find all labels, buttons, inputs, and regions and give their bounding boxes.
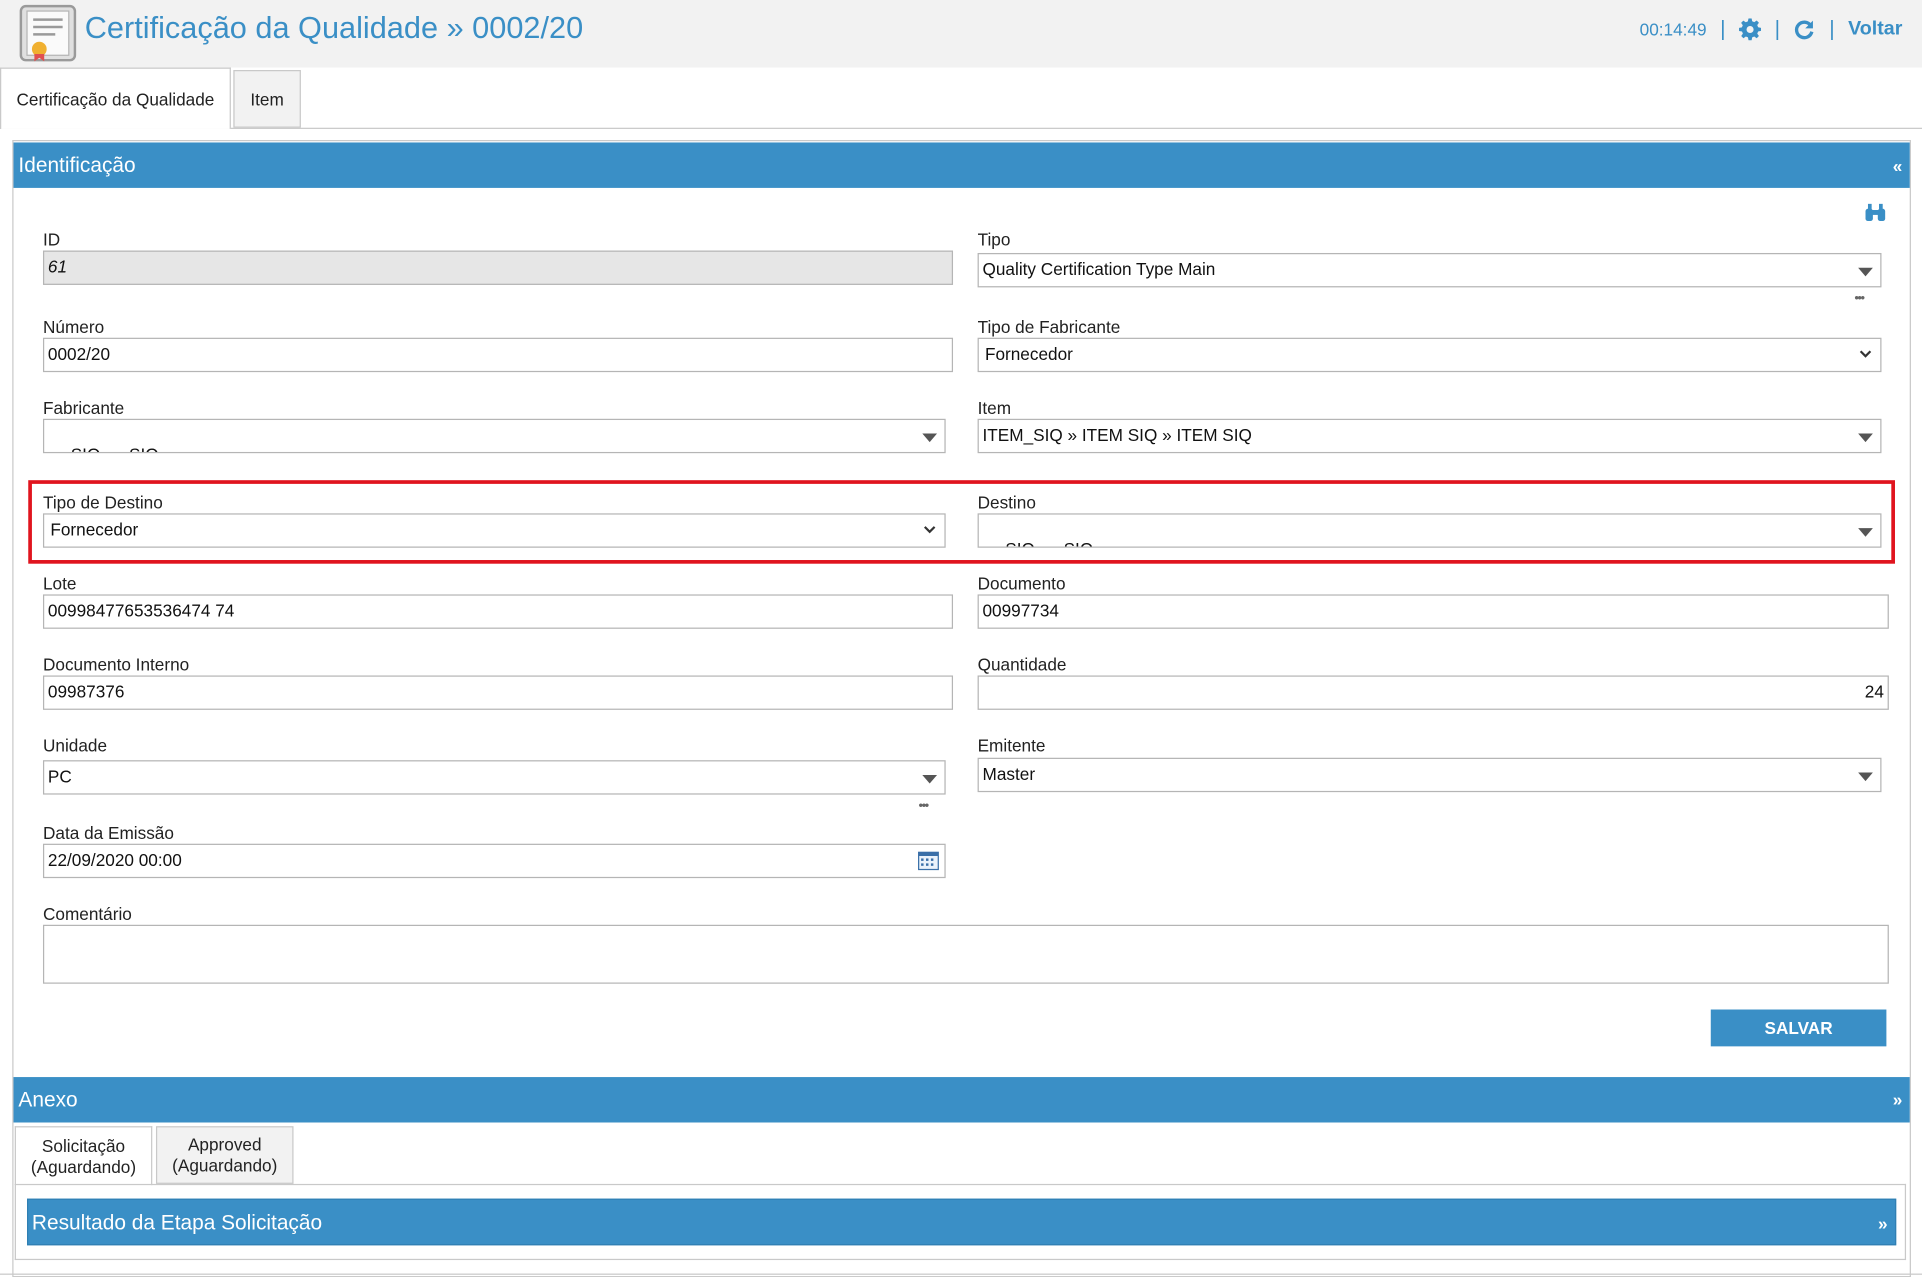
save-button[interactable]: SALVAR — [1710, 1009, 1887, 1047]
refresh-icon[interactable] — [1794, 18, 1816, 40]
section-title: Resultado da Etapa Solicitação — [31, 1210, 323, 1235]
destino-value: SIQ » SIQ — [1005, 539, 1093, 546]
numero-label: Número — [42, 316, 105, 337]
dropdown-arrow-icon — [1858, 772, 1873, 782]
anexo-section-header[interactable]: Anexo » — [13, 1077, 1910, 1123]
tipo-destino-select[interactable]: Fornecedor — [42, 513, 946, 548]
tipo-select[interactable]: Quality Certification Type Main — [977, 252, 1882, 288]
certificate-document-icon — [19, 4, 77, 62]
emitente-value: Master — [982, 763, 1036, 784]
fabricante-select[interactable]: SIQ » SIQ — [42, 418, 946, 454]
collapse-toggle[interactable]: « — [1893, 156, 1903, 176]
subtab-line2: (Aguardando) — [30, 1156, 137, 1176]
section-title: Anexo — [18, 1088, 78, 1112]
tipo-value: Quality Certification Type Main — [982, 259, 1216, 279]
unidade-label: Unidade — [42, 735, 108, 756]
back-link[interactable]: Voltar — [1848, 18, 1902, 40]
tab-certificacao-qualidade[interactable]: Certificação da Qualidade — [0, 67, 231, 129]
tipo-destino-value: Fornecedor — [50, 519, 139, 540]
identificacao-section-header[interactable]: Identificação « — [13, 142, 1910, 188]
separator: | — [1720, 17, 1726, 41]
item-select[interactable]: ITEM_SIQ » ITEM SIQ » ITEM SIQ — [977, 418, 1882, 454]
destino-label: Destino — [977, 492, 1036, 513]
id-field: 61 — [42, 250, 954, 285]
page-header: Certificação da Qualidade » 0002/20 00:1… — [0, 0, 1922, 68]
more-options-icon[interactable]: ••• — [1854, 292, 1864, 306]
lote-label: Lote — [42, 573, 77, 594]
emitente-select[interactable]: Master — [977, 757, 1882, 793]
dropdown-arrow-icon — [1858, 267, 1873, 277]
numero-input[interactable]: 0002/20 — [42, 337, 954, 373]
subtab-line2: (Aguardando) — [172, 1155, 278, 1175]
documento-interno-input[interactable]: 09987376 — [42, 675, 954, 710]
comentario-label: Comentário — [42, 903, 132, 924]
dropdown-arrow-icon — [1858, 528, 1873, 537]
emitente-label: Emitente — [977, 735, 1046, 756]
data-emissao-input[interactable]: 22/09/2020 00:00 — [42, 843, 946, 879]
app-root: Certificação da Qualidade » 0002/20 00:1… — [0, 0, 1922, 1277]
documento-input[interactable]: 00997734 — [977, 594, 1889, 629]
fabricante-label: Fabricante — [42, 397, 125, 418]
destino-select[interactable]: SIQ » SIQ — [977, 513, 1882, 548]
tab-item[interactable]: Item — [233, 70, 301, 128]
tipo-fabricante-value: Fornecedor — [984, 343, 1073, 364]
subtab-line1: Solicitação — [41, 1135, 126, 1156]
resultado-etapa-header[interactable]: Resultado da Etapa Solicitação » — [27, 1198, 1897, 1246]
quantidade-input[interactable]: 24 — [977, 675, 1889, 710]
expand-toggle[interactable]: » — [1893, 1089, 1903, 1109]
chevron-down-icon — [1859, 350, 1872, 358]
section-title: Identificação — [18, 153, 136, 177]
documento-interno-label: Documento Interno — [42, 654, 190, 675]
gear-icon[interactable] — [1739, 18, 1762, 41]
data-emissao-label: Data da Emissão — [42, 822, 174, 843]
dropdown-arrow-icon — [922, 433, 938, 443]
tab-divider — [0, 127, 1922, 129]
page-title: Certificação da Qualidade » 0002/20 — [84, 11, 584, 46]
binoculars-icon[interactable] — [1864, 203, 1886, 223]
calendar-icon[interactable] — [917, 850, 939, 871]
separator: | — [1774, 17, 1781, 41]
chevron-down-icon — [923, 526, 936, 534]
separator: | — [1829, 17, 1835, 41]
dropdown-arrow-icon — [1858, 433, 1873, 443]
subtab-approved[interactable]: Approved (Aguardando) — [155, 1126, 294, 1184]
main-tabs: Certificação da Qualidade Item — [0, 67, 1922, 129]
unidade-value: PC — [47, 766, 72, 786]
tipo-label: Tipo — [977, 229, 1011, 250]
documento-label: Documento — [977, 573, 1066, 594]
tipo-fabricante-label: Tipo de Fabricante — [977, 316, 1121, 337]
data-emissao-value: 22/09/2020 00:00 — [47, 849, 182, 870]
subtab-solicitacao[interactable]: Solicitação (Aguardando) — [14, 1126, 153, 1186]
expand-toggle[interactable]: » — [1878, 1213, 1888, 1233]
session-timer: 00:14:49 — [1639, 19, 1707, 40]
subtab-line1: Approved — [187, 1134, 262, 1154]
lote-input[interactable]: 00998477653536474 74 — [42, 594, 954, 629]
tipo-destino-label: Tipo de Destino — [42, 492, 163, 513]
tipo-fabricante-select[interactable]: Fornecedor — [977, 337, 1882, 373]
fabricante-value: SIQ » SIQ — [71, 445, 159, 452]
header-actions: 00:14:49 | | | Voltar — [1640, 17, 1903, 42]
item-value: ITEM_SIQ » ITEM SIQ » ITEM SIQ — [982, 424, 1252, 445]
unidade-select[interactable]: PC — [42, 760, 946, 795]
comentario-textarea[interactable] — [42, 924, 1889, 984]
more-options-icon[interactable]: ••• — [919, 800, 929, 814]
quantidade-label: Quantidade — [977, 654, 1067, 675]
id-label: ID — [42, 229, 61, 250]
dropdown-arrow-icon — [922, 774, 938, 784]
item-label: Item — [977, 397, 1012, 418]
